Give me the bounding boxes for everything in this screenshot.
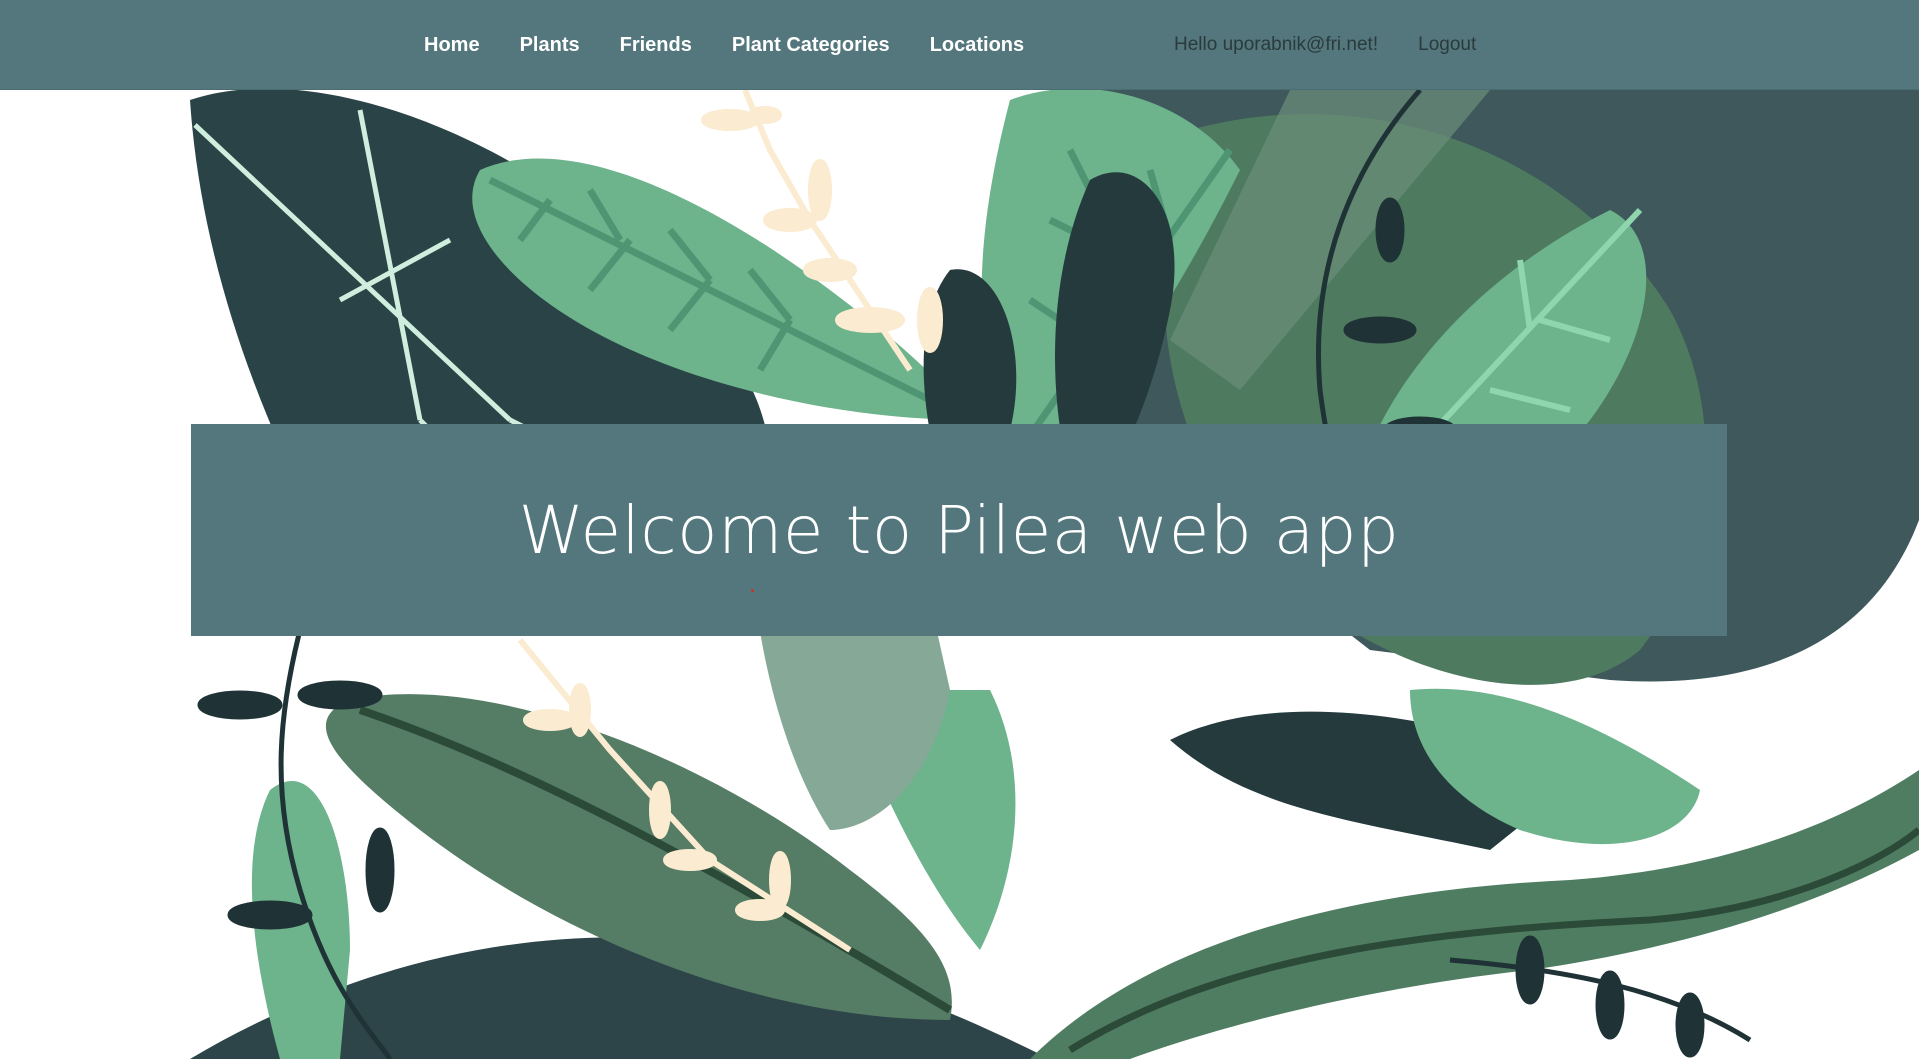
- nav-link-plant-categories[interactable]: Plant Categories: [732, 34, 890, 57]
- welcome-title: Welcome to Pilea web app: [518, 491, 1400, 569]
- top-navbar: Home Plants Friends Plant Categories Loc…: [0, 0, 1919, 90]
- user-area: Hello uporabnik@fri.net! Logout: [1174, 0, 1476, 90]
- nav-link-plants[interactable]: Plants: [520, 34, 580, 57]
- banner-dot: [751, 589, 754, 592]
- nav-link-home[interactable]: Home: [424, 34, 480, 57]
- user-greeting: Hello uporabnik@fri.net!: [1174, 34, 1379, 55]
- logout-link[interactable]: Logout: [1418, 34, 1476, 56]
- nav-link-locations[interactable]: Locations: [930, 34, 1024, 57]
- welcome-banner: Welcome to Pilea web app: [191, 424, 1727, 636]
- nav-link-friends[interactable]: Friends: [620, 34, 692, 57]
- nav-links: Home Plants Friends Plant Categories Loc…: [424, 0, 1064, 90]
